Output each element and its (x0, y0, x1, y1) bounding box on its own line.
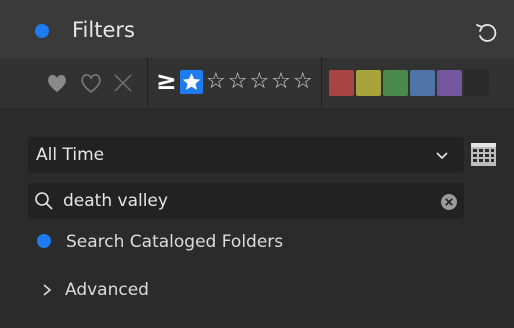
rating-comparator[interactable]: ≥ (156, 66, 177, 95)
search-cataloged-label[interactable]: Search Cataloged Folders (66, 232, 283, 252)
date-filter-value: All Time (36, 145, 105, 165)
filters-header: Filters (0, 0, 514, 58)
chevron-down-icon (436, 152, 448, 160)
heart-outline-icon[interactable] (78, 70, 104, 96)
divider (0, 108, 514, 109)
selected-star[interactable] (180, 70, 203, 94)
x-icon[interactable] (110, 70, 136, 96)
clear-icon[interactable] (440, 193, 458, 211)
star-icon (182, 73, 201, 90)
search-cataloged-toggle[interactable] (37, 234, 51, 248)
color-label-none[interactable] (464, 70, 489, 96)
star-rating[interactable]: ☆☆☆☆☆ (206, 69, 315, 94)
advanced-toggle[interactable]: Advanced (65, 280, 149, 300)
calendar-icon[interactable] (470, 141, 497, 168)
color-label-red[interactable] (329, 70, 354, 96)
reset-icon[interactable] (473, 19, 499, 45)
toolbar-separator (147, 58, 148, 108)
heart-filled-icon[interactable] (44, 70, 70, 96)
color-label-green[interactable] (383, 70, 408, 96)
color-label-purple[interactable] (437, 70, 462, 96)
search-value: death valley (63, 191, 168, 211)
color-label-yellow[interactable] (356, 70, 381, 96)
panel-title: Filters (72, 18, 135, 42)
toolbar-separator (321, 58, 322, 108)
search-icon (35, 192, 53, 210)
chevron-right-icon[interactable] (40, 282, 54, 298)
filters-enabled-indicator[interactable] (35, 24, 49, 38)
color-label-blue[interactable] (410, 70, 435, 96)
